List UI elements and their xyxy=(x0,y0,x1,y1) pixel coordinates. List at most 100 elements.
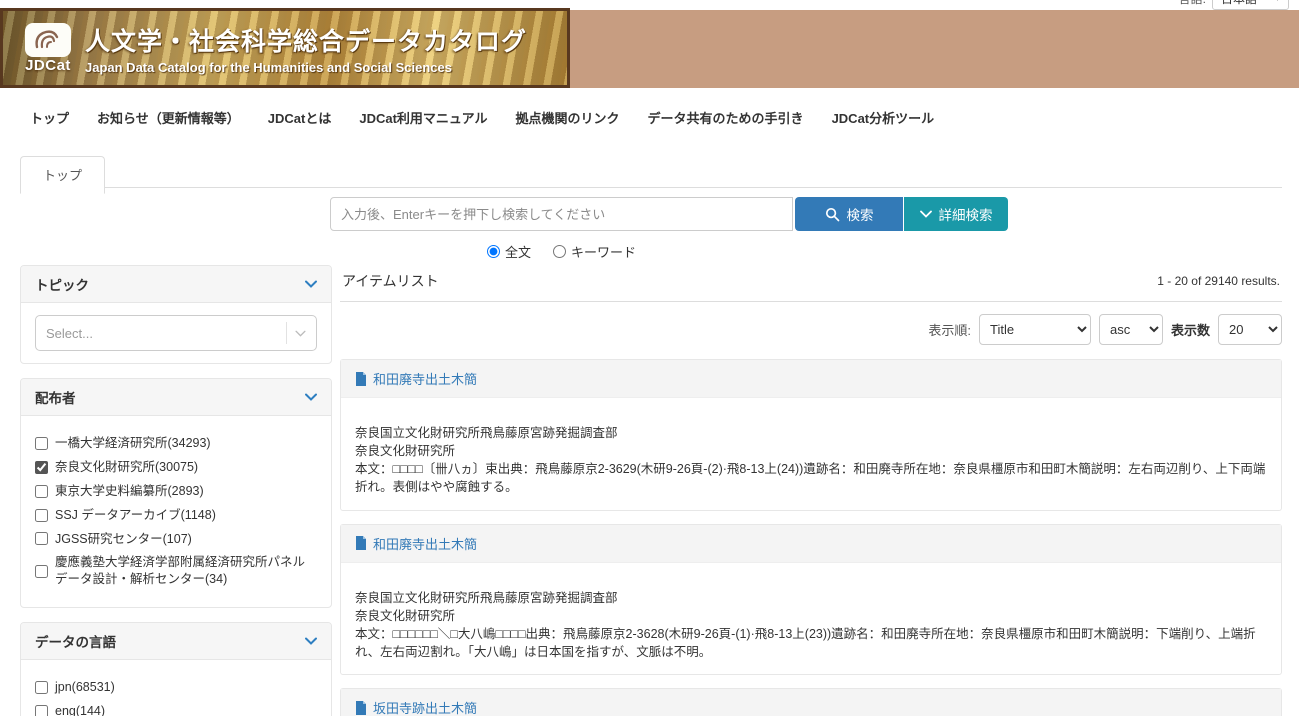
panel-topic-header[interactable]: トピック xyxy=(21,266,331,303)
search-area: 検索 詳細検索 xyxy=(330,197,1008,231)
site-subtitle: Japan Data Catalog for the Humanities an… xyxy=(85,60,527,75)
language-label: 言語: xyxy=(1179,0,1206,7)
distributor-checkbox-0[interactable] xyxy=(35,437,48,450)
results-controls: 表示順: Title asc 表示数 20 xyxy=(340,314,1282,345)
distributor-option-4[interactable]: JGSS研究センター(107) xyxy=(35,531,317,548)
results-count: 1 - 20 of 29140 results. xyxy=(1157,274,1280,288)
result-item-0-publisher: 奈良文化財研究所 xyxy=(355,442,1267,460)
keyword-radio-input[interactable] xyxy=(553,245,566,258)
logo-text: JDCat xyxy=(25,57,71,74)
nav-item-manual[interactable]: JDCat利用マニュアル xyxy=(359,108,487,127)
nav-item-links[interactable]: 拠点機関のリンク xyxy=(516,108,620,127)
panel-data-language-body: jpn(68531) eng(144) xyxy=(21,660,331,716)
panel-distributor-title: 配布者 xyxy=(35,387,76,407)
panel-data-language-title: データの言語 xyxy=(35,631,116,651)
language-checkbox-1[interactable] xyxy=(35,705,48,716)
chevron-down-icon xyxy=(305,280,317,288)
topic-select[interactable]: Select... xyxy=(35,315,317,351)
nav-item-guide[interactable]: データ共有のための手引き xyxy=(648,108,804,127)
detail-search-button[interactable]: 詳細検索 xyxy=(904,197,1008,231)
search-button[interactable]: 検索 xyxy=(795,197,903,231)
chevron-down-icon xyxy=(920,210,932,218)
topic-select-placeholder: Select... xyxy=(46,326,93,341)
chevron-down-icon xyxy=(305,393,317,401)
distributor-label-4: JGSS研究センター(107) xyxy=(55,531,192,548)
panel-data-language-header[interactable]: データの言語 xyxy=(21,623,331,660)
distributor-label-0: 一橋大学経済研究所(34293) xyxy=(55,435,211,452)
distributor-option-2[interactable]: 東京大学史料編纂所(2893) xyxy=(35,483,317,500)
language-select[interactable]: 日本語 ▾ xyxy=(1212,0,1289,10)
nav-item-about[interactable]: JDCatとは xyxy=(268,108,332,127)
keyword-radio-label: キーワード xyxy=(571,242,636,261)
distributor-option-3[interactable]: SSJ データアーカイブ(1148) xyxy=(35,507,317,524)
panel-topic-body: Select... xyxy=(21,303,331,363)
radio-fulltext[interactable]: 全文 xyxy=(487,242,531,261)
panel-data-language: データの言語 jpn(68531) eng(144) xyxy=(20,622,332,716)
distributor-checkbox-2[interactable] xyxy=(35,485,48,498)
site-title: 人文学・社会科学総合データカタログ xyxy=(85,22,527,58)
search-scope-radios: 全文 キーワード xyxy=(330,242,793,261)
result-item-0-header: 和田廃寺出土木簡 xyxy=(341,360,1281,398)
panel-distributor-header[interactable]: 配布者 xyxy=(21,379,331,416)
detail-search-label: 詳細検索 xyxy=(939,204,993,224)
language-label-0: jpn(68531) xyxy=(55,679,115,696)
panel-topic-title: トピック xyxy=(35,274,89,294)
site-banner[interactable]: JDCat 人文学・社会科学総合データカタログ Japan Data Catal… xyxy=(0,8,570,88)
distributor-checkbox-5[interactable] xyxy=(35,565,48,578)
distributor-option-0[interactable]: 一橋大学経済研究所(34293) xyxy=(35,435,317,452)
distributor-option-1[interactable]: 奈良文化財研究所(30075) xyxy=(35,459,317,476)
fulltext-radio-input[interactable] xyxy=(487,245,500,258)
page: 言語: 日本語 ▾ JDCat 人文学・社会科学総合データカタログ Japan xyxy=(0,0,1299,716)
result-item-1-body: 奈良国立文化財研究所飛鳥藤原宮跡発掘調査部 奈良文化財研究所 本文：□□□□□□… xyxy=(341,563,1281,675)
search-button-label: 検索 xyxy=(847,204,874,224)
distributor-checkbox-3[interactable] xyxy=(35,509,48,522)
search-icon xyxy=(825,207,840,222)
result-item-1-description: 本文：□□□□□□＼□大八嶋□□□□出典：飛鳥藤原京2-3628(木研9-26頁… xyxy=(355,625,1267,661)
result-item-0-creator: 奈良国立文化財研究所飛鳥藤原宮跡発掘調査部 xyxy=(355,424,1267,442)
result-item-1-title[interactable]: 和田廃寺出土木簡 xyxy=(373,534,477,553)
document-icon xyxy=(355,372,367,386)
result-item-1: 和田廃寺出土木簡 奈良国立文化財研究所飛鳥藤原宮跡発掘調査部 奈良文化財研究所 … xyxy=(340,524,1282,676)
filter-sidebar: トピック Select... 配布者 一橋大学経済研究所 xyxy=(20,265,332,716)
result-item-1-creator: 奈良国立文化財研究所飛鳥藤原宮跡発掘調査部 xyxy=(355,589,1267,607)
results-title: アイテムリスト xyxy=(342,271,439,291)
language-option-1[interactable]: eng(144) xyxy=(35,703,317,716)
distributor-label-2: 東京大学史料編纂所(2893) xyxy=(55,483,204,500)
document-icon xyxy=(355,536,367,550)
language-label-1: eng(144) xyxy=(55,703,105,716)
banner-titles: 人文学・社会科学総合データカタログ Japan Data Catalog for… xyxy=(85,22,527,75)
tab-top[interactable]: トップ xyxy=(20,156,105,194)
chevron-down-icon xyxy=(305,637,317,645)
distributor-label-1: 奈良文化財研究所(30075) xyxy=(55,459,198,476)
result-item-2-title[interactable]: 坂田寺跡出土木簡 xyxy=(373,698,477,716)
distributor-checkbox-4[interactable] xyxy=(35,532,48,545)
fulltext-radio-label: 全文 xyxy=(505,242,531,261)
distributor-option-5[interactable]: 慶應義塾大学経済学部附属経済研究所パネルデータ設計・解析センター(34) xyxy=(35,554,317,588)
radio-keyword[interactable]: キーワード xyxy=(553,242,636,261)
per-page-select[interactable]: 20 xyxy=(1218,314,1282,345)
result-item-1-publisher: 奈良文化財研究所 xyxy=(355,607,1267,625)
language-bar: 言語: 日本語 ▾ xyxy=(1179,0,1289,10)
sort-select[interactable]: Title xyxy=(979,314,1091,345)
jdcat-logo: JDCat xyxy=(25,23,71,74)
distributor-label-5: 慶應義塾大学経済学部附属経済研究所パネルデータ設計・解析センター(34) xyxy=(55,554,317,588)
language-selected-value: 日本語 xyxy=(1221,0,1257,7)
distributor-label-3: SSJ データアーカイブ(1148) xyxy=(55,507,216,524)
result-item-0-title[interactable]: 和田廃寺出土木簡 xyxy=(373,369,477,388)
nav-item-top[interactable]: トップ xyxy=(30,108,69,127)
distributor-checkbox-1[interactable] xyxy=(35,461,48,474)
nav-item-tools[interactable]: JDCat分析ツール xyxy=(832,108,935,127)
results-area: アイテムリスト 1 - 20 of 29140 results. 表示順: Ti… xyxy=(340,265,1282,716)
nav-item-news[interactable]: お知らせ（更新情報等） xyxy=(97,108,240,127)
panel-distributor-body: 一橋大学経済研究所(34293) 奈良文化財研究所(30075) 東京大学史料編… xyxy=(21,416,331,607)
order-select[interactable]: asc xyxy=(1099,314,1163,345)
search-input[interactable] xyxy=(330,197,793,231)
language-option-0[interactable]: jpn(68531) xyxy=(35,679,317,696)
logo-swirl-icon xyxy=(25,23,71,57)
result-item-0: 和田廃寺出土木簡 奈良国立文化財研究所飛鳥藤原宮跡発掘調査部 奈良文化財研究所 … xyxy=(340,359,1282,511)
result-item-1-header: 和田廃寺出土木簡 xyxy=(341,525,1281,563)
panel-topic: トピック Select... xyxy=(20,265,332,364)
document-icon xyxy=(355,701,367,715)
header-strip: JDCat 人文学・社会科学総合データカタログ Japan Data Catal… xyxy=(0,10,1299,88)
language-checkbox-0[interactable] xyxy=(35,681,48,694)
